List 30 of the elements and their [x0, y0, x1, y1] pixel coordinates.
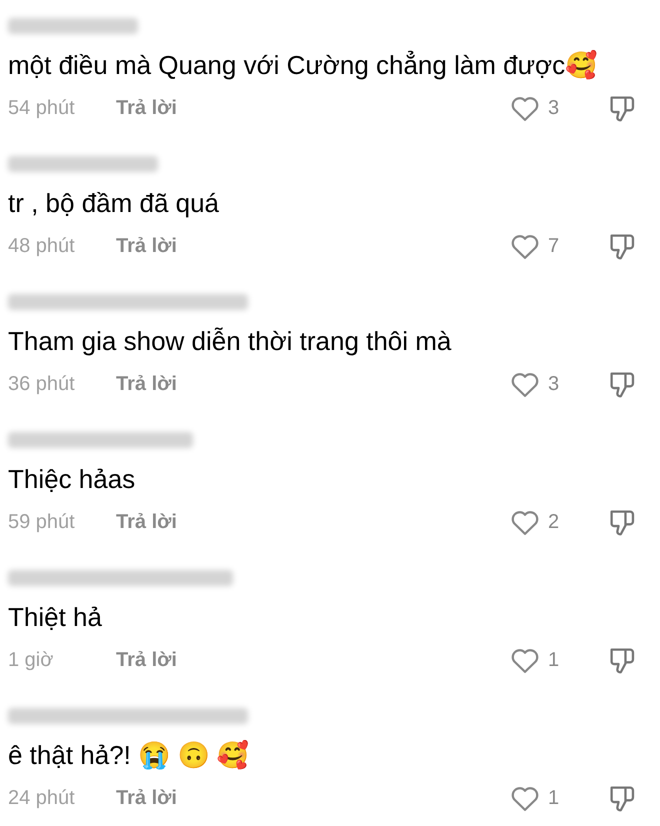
reply-link[interactable]: Trả lời — [116, 645, 177, 675]
comment-text: Thiệt hả — [8, 601, 103, 634]
comment-time: 24 phút — [8, 786, 76, 811]
reply-link[interactable]: Trả lời — [116, 369, 177, 399]
like-count: 1 — [548, 786, 560, 811]
comment-time: 1 giờ — [8, 648, 54, 673]
reply-link[interactable]: Trả lời — [116, 231, 177, 261]
like-count: 7 — [548, 234, 560, 259]
heart-icon[interactable] — [510, 94, 540, 122]
reply-link[interactable]: Trả lời — [116, 783, 177, 813]
heart-icon[interactable] — [510, 508, 540, 536]
reply-link[interactable]: Trả lời — [116, 93, 177, 123]
comment-text: Thiệc hảas — [8, 463, 136, 496]
comment-text: một điều mà Quang với Cường chẳng làm được🥰 — [8, 49, 598, 82]
comment-text: ê thật hả?! 😭 🙃 🥰 — [8, 739, 250, 772]
heart-icon[interactable] — [510, 646, 540, 674]
comment-time: 36 phút — [8, 372, 76, 397]
heart-icon[interactable] — [510, 784, 540, 812]
comment-time: 48 phút — [8, 234, 76, 259]
comment-text: Tham gia show diễn thời trang thôi mà — [8, 325, 452, 358]
like-count: 2 — [548, 510, 560, 535]
heart-icon[interactable] — [510, 232, 540, 260]
comment-time: 59 phút — [8, 510, 76, 535]
like-count: 3 — [548, 96, 560, 121]
comment-text: tr , bộ đầm đã quá — [8, 187, 220, 220]
comment-time: 54 phút — [8, 96, 76, 121]
heart-icon[interactable] — [510, 370, 540, 398]
reply-link[interactable]: Trả lời — [116, 507, 177, 537]
like-count: 3 — [548, 372, 560, 397]
like-count: 1 — [548, 648, 560, 673]
